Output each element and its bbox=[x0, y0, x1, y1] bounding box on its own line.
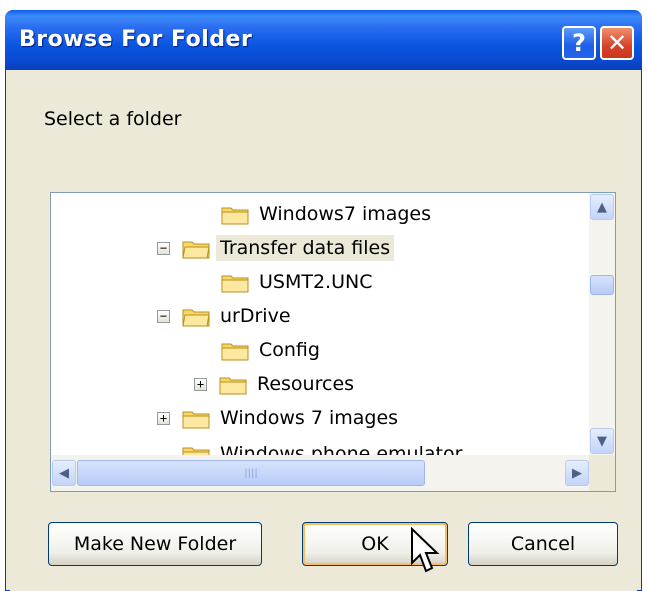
browse-for-folder-dialog: Browse For Folder ? ✕ Select a folder Wi… bbox=[5, 10, 642, 591]
vertical-scroll-thumb[interactable] bbox=[590, 275, 614, 295]
chevron-left-icon: ◀ bbox=[59, 465, 69, 481]
tree-item-label: urDrive bbox=[220, 305, 291, 327]
scroll-left-button[interactable]: ◀ bbox=[52, 460, 76, 486]
tree-item[interactable]: Config bbox=[221, 333, 324, 367]
expand-icon[interactable]: + bbox=[157, 411, 170, 425]
title-bar[interactable]: Browse For Folder ? ✕ bbox=[5, 10, 642, 70]
cancel-button[interactable]: Cancel bbox=[468, 522, 618, 566]
chevron-up-icon: ▲ bbox=[597, 199, 607, 215]
help-button[interactable]: ? bbox=[562, 26, 596, 60]
tree-item[interactable]: − urDrive bbox=[157, 299, 295, 333]
open-folder-icon bbox=[182, 241, 210, 259]
tree-item-label: Config bbox=[259, 339, 320, 361]
collapse-icon[interactable]: − bbox=[157, 241, 170, 255]
tree-item[interactable]: + Resources bbox=[194, 367, 358, 401]
chevron-right-icon: ▶ bbox=[572, 465, 582, 481]
folder-icon bbox=[221, 343, 249, 361]
tree-item-label: Resources bbox=[257, 373, 355, 395]
tree-item[interactable]: + Windows 7 images bbox=[157, 401, 402, 435]
folder-icon bbox=[219, 377, 247, 395]
chevron-down-icon: ▼ bbox=[597, 433, 607, 449]
prompt-label: Select a folder bbox=[44, 108, 182, 130]
folder-icon bbox=[221, 207, 249, 225]
scroll-right-button[interactable]: ▶ bbox=[565, 460, 589, 486]
tree-item-label: USMT2.UNC bbox=[259, 271, 373, 293]
folder-tree[interactable]: Windows7 images − Transfer data files US… bbox=[50, 192, 616, 492]
horizontal-scrollbar[interactable]: ◀ |||| ▶ bbox=[51, 455, 591, 491]
tree-item[interactable]: USMT2.UNC bbox=[221, 265, 376, 299]
tree-item[interactable]: − Transfer data files bbox=[157, 231, 395, 265]
tree-item-label: Windows 7 images bbox=[220, 407, 399, 429]
folder-icon bbox=[221, 275, 249, 293]
dialog-body: Select a folder Windows7 images − Transf… bbox=[10, 70, 637, 591]
close-icon: ✕ bbox=[606, 29, 628, 57]
scroll-up-button[interactable]: ▲ bbox=[590, 194, 614, 220]
tree-item-label: Windows7 images bbox=[259, 203, 432, 225]
window-title: Browse For Folder bbox=[19, 27, 253, 52]
help-icon: ? bbox=[572, 29, 586, 57]
horizontal-scroll-thumb[interactable]: |||| bbox=[77, 460, 425, 486]
folder-icon bbox=[182, 411, 210, 429]
vertical-scrollbar[interactable]: ▲ ▼ bbox=[589, 193, 615, 455]
tree-item[interactable]: Windows7 images bbox=[221, 197, 435, 231]
close-button[interactable]: ✕ bbox=[600, 26, 634, 60]
tree-item-label: Transfer data files bbox=[216, 235, 395, 261]
grip-icon: |||| bbox=[244, 467, 258, 479]
open-folder-icon bbox=[182, 309, 210, 327]
collapse-icon[interactable]: − bbox=[157, 309, 170, 323]
expand-icon[interactable]: + bbox=[194, 377, 207, 391]
scroll-down-button[interactable]: ▼ bbox=[590, 428, 614, 454]
make-new-folder-button[interactable]: Make New Folder bbox=[48, 522, 262, 566]
mouse-pointer-icon bbox=[411, 527, 440, 573]
scrollbar-corner bbox=[589, 455, 615, 491]
